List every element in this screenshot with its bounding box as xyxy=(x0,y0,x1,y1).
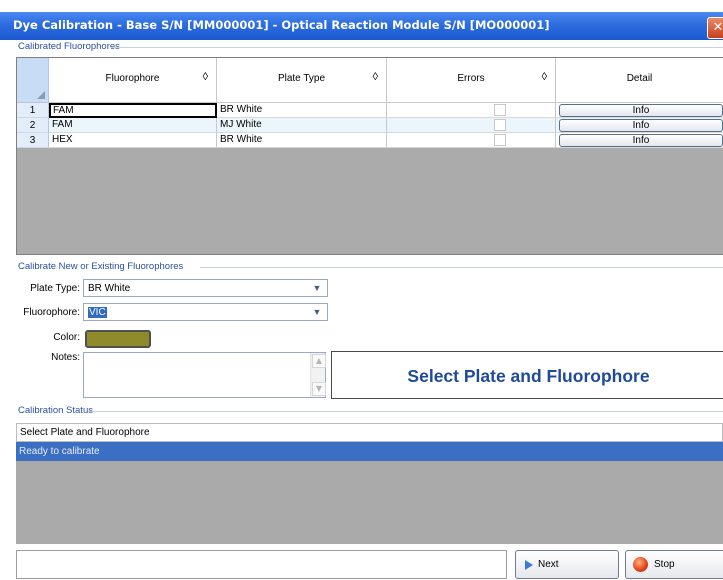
cell-detail: Info xyxy=(556,118,723,133)
grid-corner[interactable] xyxy=(17,58,49,103)
next-button[interactable]: Next xyxy=(515,550,619,579)
window-title: Dye Calibration - Base S/N [MM000001] - … xyxy=(13,18,550,32)
row-number[interactable]: 2 xyxy=(17,118,49,133)
errors-checkbox[interactable] xyxy=(494,104,506,116)
cell-detail: Info xyxy=(556,133,723,148)
cell-fluorophore[interactable]: HEX xyxy=(49,133,217,148)
fluorophore-dropdown[interactable]: VIC ▼ xyxy=(83,303,328,321)
play-icon xyxy=(525,560,533,570)
close-icon[interactable]: ✕ xyxy=(707,17,723,39)
title-bar: Dye Calibration - Base S/N [MM000001] - … xyxy=(0,12,723,40)
section-divider xyxy=(110,47,723,48)
status-line-highlighted: Ready to calibrate xyxy=(16,442,723,461)
column-header-plate-type[interactable]: Plate Type ◊ xyxy=(217,58,387,103)
row-number[interactable]: 1 xyxy=(17,103,49,118)
stop-icon xyxy=(633,557,648,572)
scroll-up-icon[interactable]: ▲ xyxy=(312,354,326,368)
sort-icon: ◊ xyxy=(202,71,208,83)
errors-checkbox[interactable] xyxy=(494,134,506,146)
section-divider xyxy=(200,267,723,268)
cell-errors[interactable] xyxy=(387,103,556,118)
chevron-down-icon[interactable]: ▼ xyxy=(310,306,324,318)
cell-plate-type[interactable]: BR White xyxy=(217,133,387,148)
stop-button[interactable]: Stop xyxy=(625,550,723,579)
sort-icon: ◊ xyxy=(541,71,547,83)
cell-errors[interactable] xyxy=(387,133,556,148)
info-button[interactable]: Info xyxy=(559,119,723,132)
plate-type-label: Plate Type: xyxy=(30,283,80,294)
info-button[interactable]: Info xyxy=(559,134,723,147)
column-header-errors[interactable]: Errors ◊ xyxy=(387,58,556,103)
info-button[interactable]: Info xyxy=(559,104,723,117)
column-header-label: Detail xyxy=(626,73,653,84)
scroll-down-icon[interactable]: ▼ xyxy=(312,382,326,396)
calibrated-grid[interactable]: Fluorophore ◊ Plate Type ◊ Errors ◊ Deta… xyxy=(16,57,723,255)
notes-textarea[interactable]: ▲ ▼ xyxy=(83,352,326,398)
status-line: Select Plate and Fluorophore xyxy=(16,423,723,442)
cell-fluorophore[interactable]: FAM xyxy=(49,118,217,133)
color-label: Color: xyxy=(53,332,80,343)
notes-label: Notes: xyxy=(51,352,80,363)
fluorophore-label: Fluorophore: xyxy=(23,307,80,318)
cell-errors[interactable] xyxy=(387,118,556,133)
stop-button-label: Stop xyxy=(654,559,675,570)
color-swatch-button[interactable] xyxy=(85,330,151,348)
errors-checkbox[interactable] xyxy=(494,119,506,131)
status-section-label: Calibration Status xyxy=(18,405,93,416)
column-header-fluorophore[interactable]: Fluorophore ◊ xyxy=(49,58,217,103)
plate-type-value: BR White xyxy=(88,283,131,294)
cell-fluorophore[interactable]: FAM xyxy=(49,103,217,118)
calibrate-section-label: Calibrate New or Existing Fluorophores xyxy=(18,261,184,272)
cell-detail: Info xyxy=(556,103,723,118)
sort-icon: ◊ xyxy=(372,71,378,83)
section-divider xyxy=(88,411,723,412)
instruction-panel: Select Plate and Fluorophore xyxy=(331,351,723,399)
table-row[interactable]: 3 HEX BR White Info xyxy=(17,133,723,148)
status-log-area xyxy=(16,461,723,544)
instruction-message: Select Plate and Fluorophore xyxy=(407,366,650,386)
column-header-detail[interactable]: Detail xyxy=(556,58,723,103)
table-row[interactable]: 2 FAM MJ White Info xyxy=(17,118,723,133)
cell-plate-type[interactable]: MJ White xyxy=(217,118,387,133)
fluorophore-value: VIC xyxy=(88,307,107,318)
chevron-down-icon[interactable]: ▼ xyxy=(310,282,324,294)
row-number[interactable]: 3 xyxy=(17,133,49,148)
notes-scrollbar[interactable]: ▲ ▼ xyxy=(310,353,326,397)
column-header-label: Fluorophore xyxy=(105,73,160,84)
next-button-label: Next xyxy=(538,559,559,570)
select-all-icon xyxy=(37,91,45,99)
plate-type-dropdown[interactable]: BR White ▼ xyxy=(83,279,328,297)
column-header-label: Errors xyxy=(457,73,485,84)
column-header-label: Plate Type xyxy=(277,73,326,84)
table-row[interactable]: 1 FAM BR White Info xyxy=(17,103,723,118)
cell-plate-type[interactable]: BR White xyxy=(217,103,387,118)
bottom-status-field xyxy=(16,550,507,579)
calibrated-section-label: Calibrated Fluorophores xyxy=(18,41,120,52)
